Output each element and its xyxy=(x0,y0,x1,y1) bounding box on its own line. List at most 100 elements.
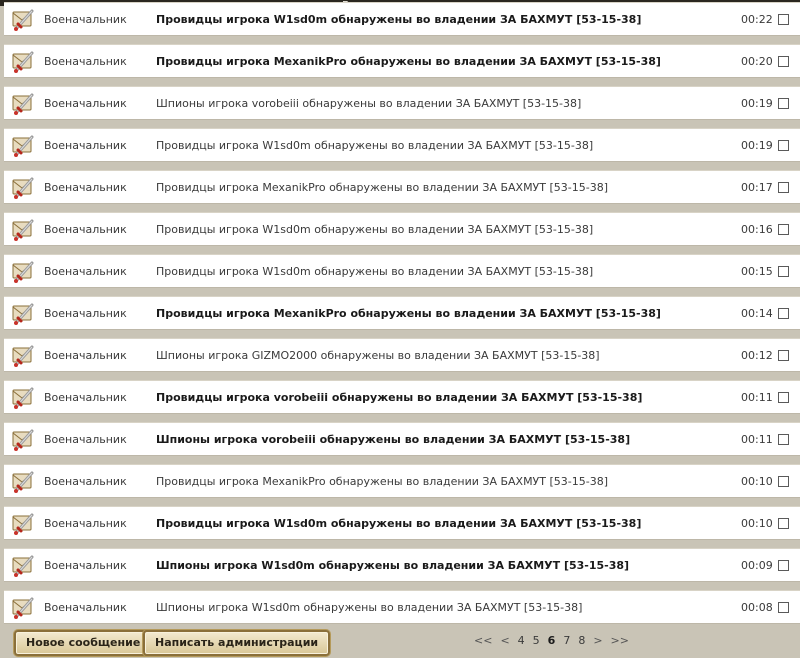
message-time: 00:11 xyxy=(741,433,773,446)
message-select-checkbox[interactable] xyxy=(778,392,789,403)
message-select-checkbox[interactable] xyxy=(778,266,789,277)
message-row[interactable]: Военачальник Шпионы игрока vorobeiii обна… xyxy=(4,422,800,456)
message-time: 00:09 xyxy=(741,559,773,572)
message-time: 00:20 xyxy=(741,55,773,68)
sword-message-icon xyxy=(12,218,36,242)
sword-message-icon xyxy=(12,134,36,158)
message-row[interactable]: Военачальник Шпионы игрока vorobeiii обна… xyxy=(4,86,800,120)
message-time: 00:14 xyxy=(741,307,773,320)
message-time: 00:19 xyxy=(741,97,773,110)
pager-next-link[interactable]: > xyxy=(593,634,602,647)
message-time: 00:15 xyxy=(741,265,773,278)
pager-first-link[interactable]: << xyxy=(474,634,492,647)
message-select-checkbox[interactable] xyxy=(778,140,789,151)
message-subject-link[interactable]: Шпионы игрока GIZMO2000 обнаружены во вл… xyxy=(156,349,600,362)
message-row[interactable]: Военачальник Провидцы игрока MexanikPro о… xyxy=(4,44,800,78)
sword-message-icon xyxy=(12,470,36,494)
footer-bar: Новое сообщение Написать администрации <… xyxy=(0,626,800,658)
message-select-checkbox[interactable] xyxy=(778,350,789,361)
message-subject-link[interactable]: Провидцы игрока MexanikPro обнаружены во… xyxy=(156,307,661,320)
message-row[interactable]: Военачальник Провидцы игрока vorobeiii об… xyxy=(4,380,800,414)
message-subject-link[interactable]: Провидцы игрока MexanikPro обнаружены во… xyxy=(156,475,608,488)
message-sender: Военачальник xyxy=(44,265,127,278)
sword-message-icon xyxy=(12,596,36,620)
message-subject-link[interactable]: Шпионы игрока W1sd0m обнаружены во владе… xyxy=(156,601,582,614)
message-sender: Военачальник xyxy=(44,139,127,152)
message-select-checkbox[interactable] xyxy=(778,518,789,529)
message-row[interactable]: Военачальник Провидцы игрока W1sd0m обнар… xyxy=(4,254,800,288)
message-subject-link[interactable]: Шпионы игрока vorobeiii обнаружены во вл… xyxy=(156,97,581,110)
message-subject-link[interactable]: Провидцы игрока W1sd0m обнаружены во вла… xyxy=(156,139,593,152)
pager-page-link[interactable]: 5 xyxy=(533,634,540,647)
new-message-button[interactable]: Новое сообщение xyxy=(14,630,153,656)
sword-message-icon xyxy=(12,344,36,368)
message-row[interactable]: Военачальник Провидцы игрока MexanikPro о… xyxy=(4,170,800,204)
message-time: 00:19 xyxy=(741,139,773,152)
message-sender: Военачальник xyxy=(44,433,127,446)
message-row[interactable]: Военачальник Шпионы игрока GIZMO2000 обна… xyxy=(4,338,800,372)
message-select-checkbox[interactable] xyxy=(778,308,789,319)
sword-message-icon xyxy=(12,260,36,284)
message-row[interactable]: Военачальник Провидцы игрока MexanikPro о… xyxy=(4,296,800,330)
message-subject-link[interactable]: Шпионы игрока W1sd0m обнаружены во владе… xyxy=(156,559,629,572)
message-row[interactable]: Военачальник Провидцы игрока W1sd0m обнар… xyxy=(4,2,800,36)
sword-message-icon xyxy=(12,302,36,326)
message-subject-link[interactable]: Провидцы игрока MexanikPro обнаружены во… xyxy=(156,181,608,194)
message-select-checkbox[interactable] xyxy=(778,14,789,25)
message-row[interactable]: Военачальник Провидцы игрока W1sd0m обнар… xyxy=(4,212,800,246)
pager-page-link[interactable]: 6 xyxy=(548,634,556,647)
sword-message-icon xyxy=(12,512,36,536)
message-select-checkbox[interactable] xyxy=(778,224,789,235)
message-sender: Военачальник xyxy=(44,13,127,26)
message-sender: Военачальник xyxy=(44,517,127,530)
message-time: 00:11 xyxy=(741,391,773,404)
message-row[interactable]: Военачальник Шпионы игрока W1sd0m обнаруж… xyxy=(4,590,800,624)
message-sender: Военачальник xyxy=(44,307,127,320)
message-select-checkbox[interactable] xyxy=(778,560,789,571)
message-row[interactable]: Военачальник Провидцы игрока W1sd0m обнар… xyxy=(4,506,800,540)
message-select-checkbox[interactable] xyxy=(778,182,789,193)
message-subject-link[interactable]: Провидцы игрока MexanikPro обнаружены во… xyxy=(156,55,661,68)
message-sender: Военачальник xyxy=(44,55,127,68)
message-sender: Военачальник xyxy=(44,391,127,404)
message-row[interactable]: Военачальник Провидцы игрока W1sd0m обнар… xyxy=(4,128,800,162)
message-select-checkbox[interactable] xyxy=(778,98,789,109)
message-sender: Военачальник xyxy=(44,559,127,572)
message-sender: Военачальник xyxy=(44,223,127,236)
message-select-checkbox[interactable] xyxy=(778,602,789,613)
pager-page-link[interactable]: 7 xyxy=(563,634,570,647)
message-time: 00:10 xyxy=(741,517,773,530)
message-subject-link[interactable]: Шпионы игрока vorobeiii обнаружены во вл… xyxy=(156,433,630,446)
pager-page-link[interactable]: 8 xyxy=(578,634,585,647)
message-select-checkbox[interactable] xyxy=(778,56,789,67)
message-row[interactable]: Военачальник Шпионы игрока W1sd0m обнаруж… xyxy=(4,548,800,582)
write-admin-button[interactable]: Написать администрации xyxy=(143,630,331,656)
message-time: 00:08 xyxy=(741,601,773,614)
sword-message-icon xyxy=(12,554,36,578)
message-time: 00:10 xyxy=(741,475,773,488)
message-subject-link[interactable]: Провидцы игрока W1sd0m обнаружены во вла… xyxy=(156,265,593,278)
pagination: << <4 5 6 7 8 > >> xyxy=(474,634,637,647)
sword-message-icon xyxy=(12,50,36,74)
message-time: 00:12 xyxy=(741,349,773,362)
pager-prev-link[interactable]: < xyxy=(500,634,509,647)
message-row[interactable]: Военачальник Провидцы игрока MexanikPro о… xyxy=(4,464,800,498)
message-subject-link[interactable]: Провидцы игрока vorobeiii обнаружены во … xyxy=(156,391,642,404)
sword-message-icon xyxy=(12,386,36,410)
pager-last-link[interactable]: >> xyxy=(611,634,629,647)
message-select-checkbox[interactable] xyxy=(778,434,789,445)
pager-page-link[interactable]: 4 xyxy=(518,634,525,647)
sword-message-icon xyxy=(12,428,36,452)
message-time: 00:17 xyxy=(741,181,773,194)
message-subject-link[interactable]: Провидцы игрока W1sd0m обнаружены во вла… xyxy=(156,517,641,530)
message-time: 00:16 xyxy=(741,223,773,236)
message-sender: Военачальник xyxy=(44,97,127,110)
message-subject-link[interactable]: Провидцы игрока W1sd0m обнаружены во вла… xyxy=(156,13,641,26)
message-select-checkbox[interactable] xyxy=(778,476,789,487)
message-sender: Военачальник xyxy=(44,181,127,194)
message-subject-link[interactable]: Провидцы игрока W1sd0m обнаружены во вла… xyxy=(156,223,593,236)
sword-message-icon xyxy=(12,92,36,116)
message-sender: Военачальник xyxy=(44,349,127,362)
message-sender: Военачальник xyxy=(44,475,127,488)
sword-message-icon xyxy=(12,8,36,32)
